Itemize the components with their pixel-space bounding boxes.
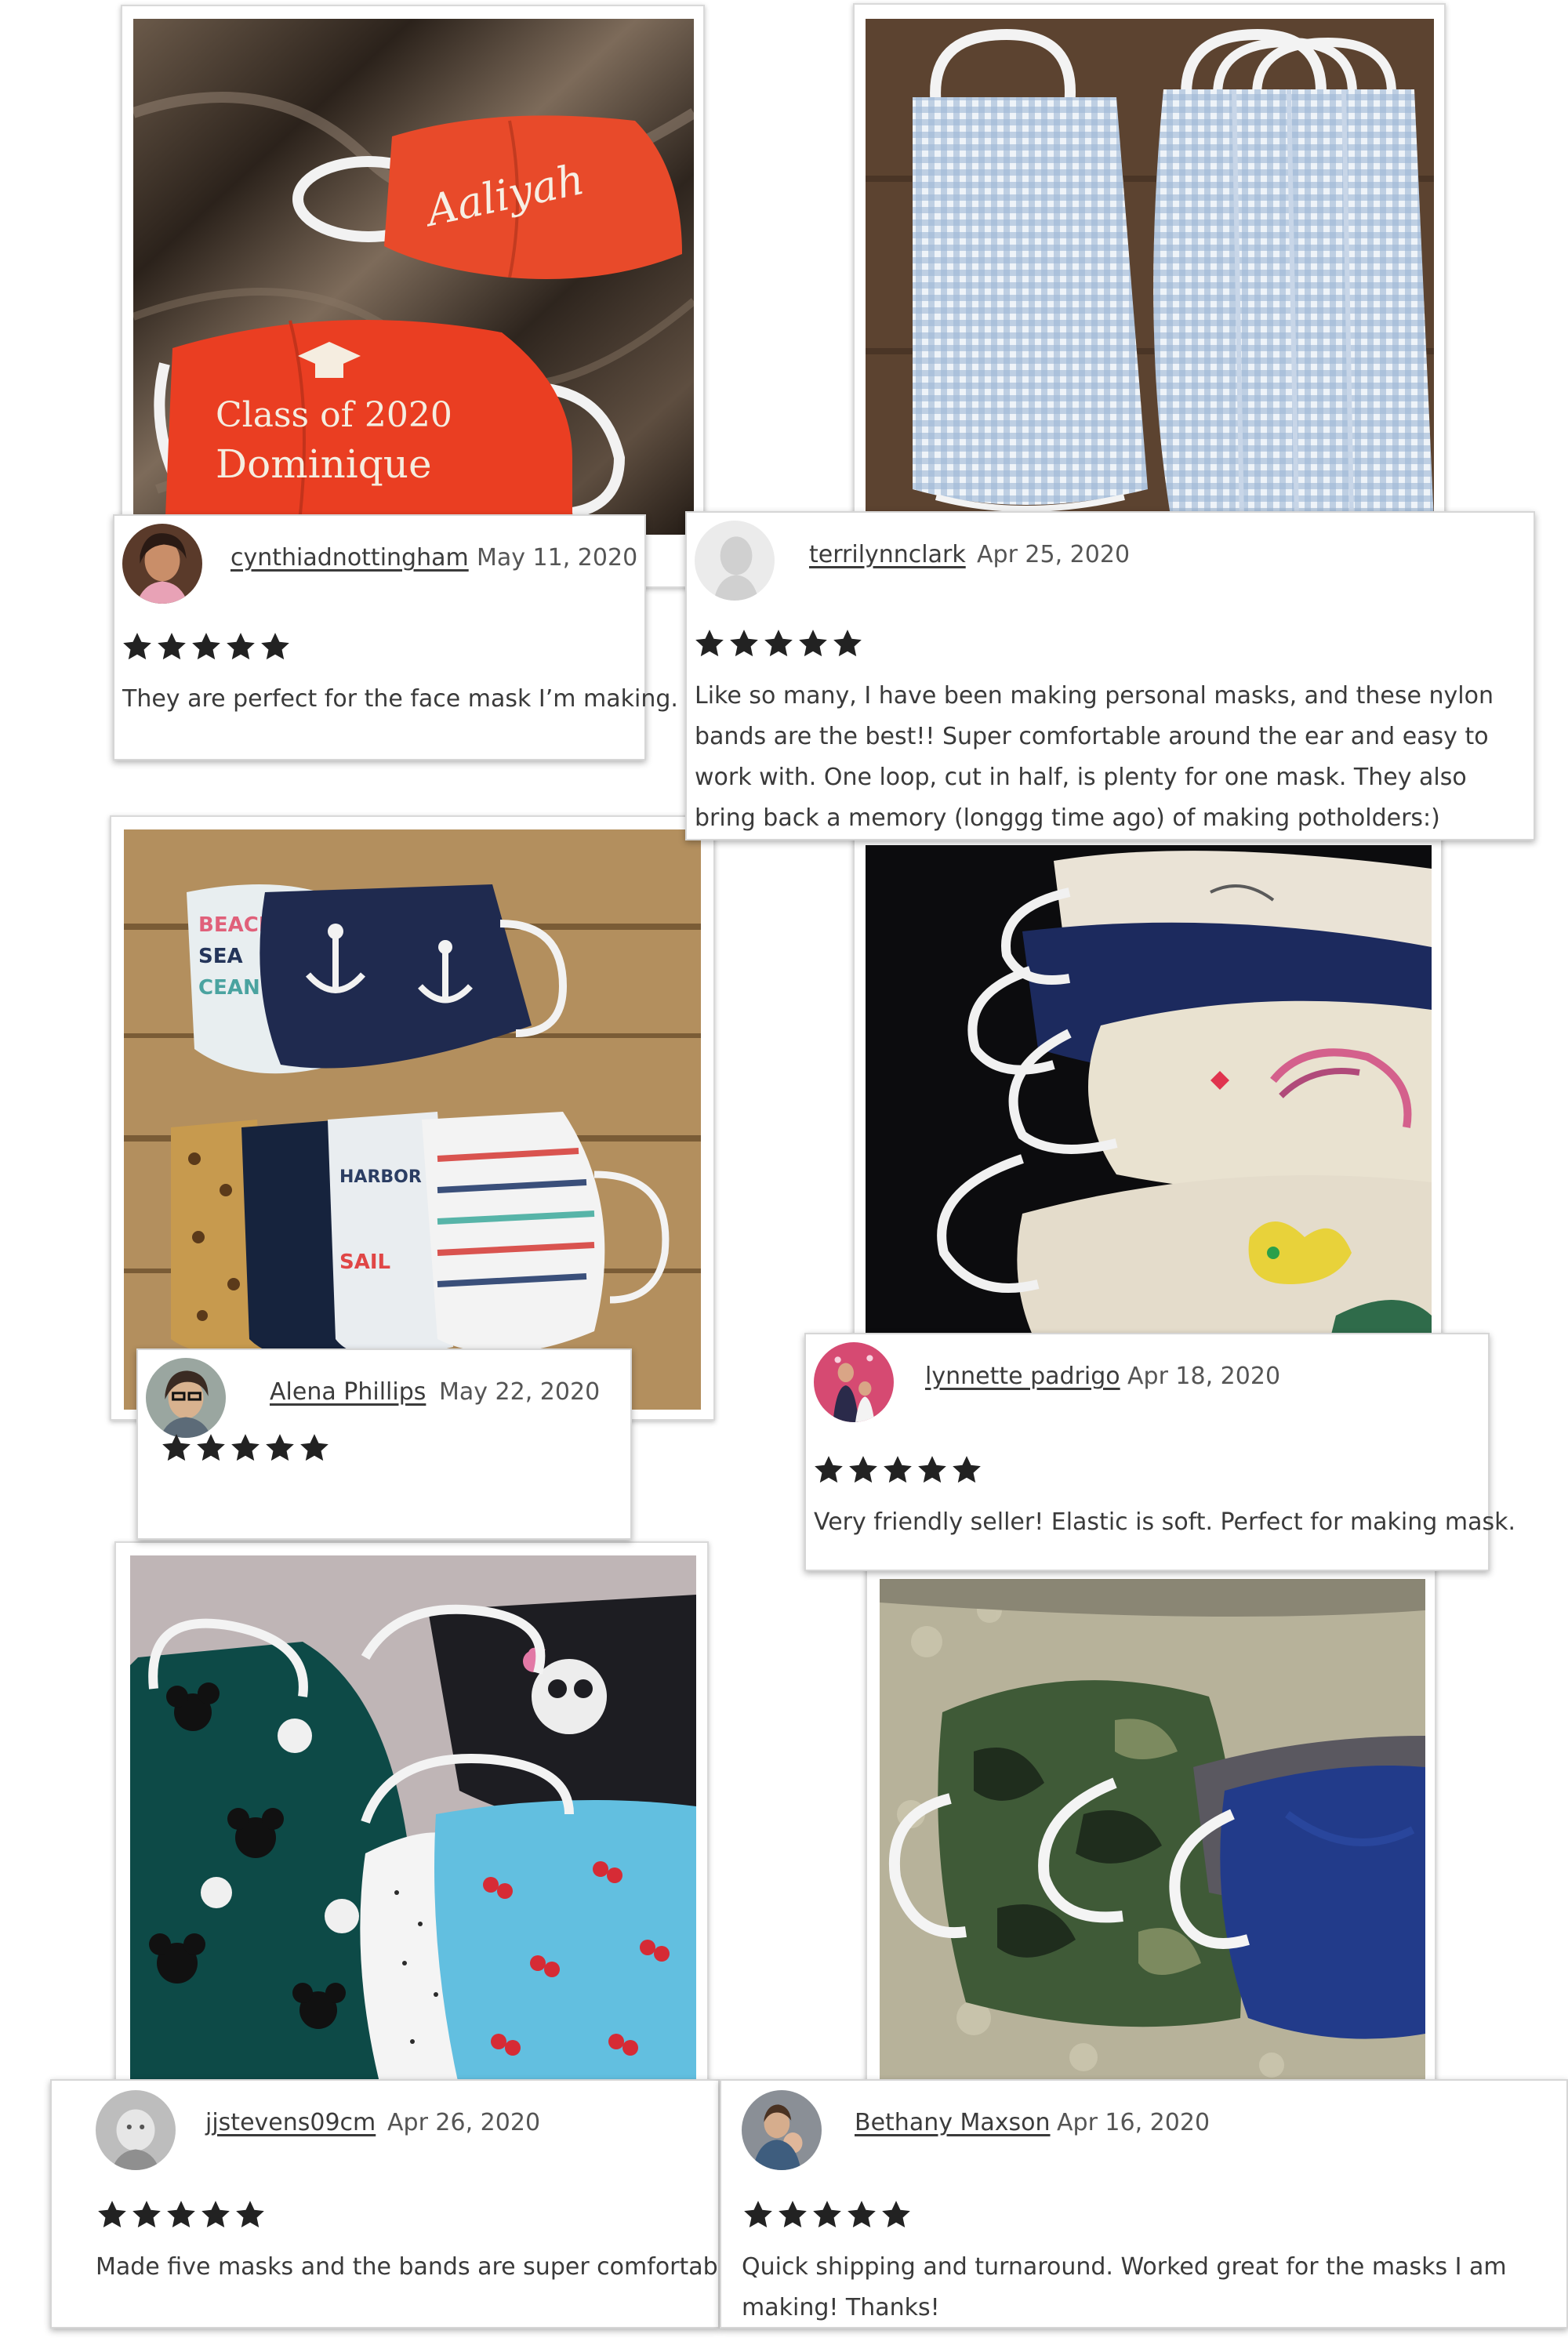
reviewer-avatar[interactable] [695, 521, 775, 601]
reviewer-avatar[interactable] [742, 2090, 822, 2170]
star-icon [847, 1454, 880, 1486]
review-date: Apr 16, 2020 [1057, 2109, 1210, 2136]
svg-text:HARBOR: HARBOR [339, 1167, 422, 1187]
review-date: Apr 25, 2020 [977, 541, 1131, 568]
review-card: jjstevens09cm Apr 26, 2020 Made five mas… [50, 2079, 747, 2328]
reviewer-avatar[interactable] [96, 2090, 176, 2170]
reviewer-name-link[interactable]: lynnette padrigo [925, 1363, 1120, 1390]
review-date: Apr 26, 2020 [387, 2109, 541, 2136]
review-card: terrilynnclark Apr 25, 2020 Like so many… [685, 511, 1535, 840]
star-icon [797, 627, 829, 660]
star-icon [234, 2198, 267, 2231]
review-photo-frame-4 [853, 831, 1443, 1356]
mask-class-text: Class of 2020 [216, 395, 452, 435]
star-icon [224, 630, 257, 663]
star-icon [259, 630, 292, 663]
review-text: Very friendly seller! Elastic is soft. P… [814, 1508, 1516, 1536]
star-icon [762, 627, 795, 660]
star-icon [950, 1454, 983, 1486]
review-card: Bethany Maxson Apr 16, 2020 Quick shippi… [720, 2079, 1568, 2328]
svg-text:SAIL: SAIL [339, 1250, 390, 1274]
review-text: Made five masks and the bands are super … [96, 2253, 747, 2281]
svg-text:CEAN: CEAN [198, 976, 260, 1000]
review-photo-frame-1: Aaliyah Class of 2020 Dominique [121, 5, 705, 588]
star-icon [811, 2198, 844, 2231]
svg-text:SEA: SEA [198, 945, 243, 968]
star-icon [160, 1432, 193, 1465]
reviewer-name-link[interactable]: Alena Phillips [270, 1378, 426, 1406]
star-icon [880, 2198, 913, 2231]
review-photo-1[interactable]: Aaliyah Class of 2020 Dominique [133, 19, 694, 535]
star-rating [693, 627, 864, 660]
star-icon [121, 630, 154, 663]
review-date: May 22, 2020 [439, 1378, 601, 1406]
review-text: They are perfect for the face mask I’m m… [122, 685, 678, 713]
review-card: cynthiadnottingham May 11, 2020 They are… [113, 514, 678, 760]
mask-student-text: Dominique [216, 441, 432, 487]
star-icon [190, 630, 223, 663]
star-icon [881, 1454, 914, 1486]
reviewer-name-link[interactable]: jjstevens09cm [205, 2109, 376, 2136]
review-text: Like so many, I have been making persona… [695, 682, 1494, 832]
star-rating [121, 630, 292, 663]
star-icon [845, 2198, 878, 2231]
star-icon [693, 627, 726, 660]
review-photo-frame-6 [866, 1565, 1436, 2103]
reviewer-avatar[interactable] [146, 1358, 226, 1438]
review-card: lynnette padrigo Apr 18, 2020 Very frien… [804, 1333, 1516, 1571]
review-photo-4[interactable] [866, 845, 1432, 1347]
star-icon [831, 627, 864, 660]
review-text: Quick shipping and turnaround. Worked gr… [742, 2253, 1507, 2321]
review-card: Alena Phillips May 22, 2020 [136, 1348, 632, 1540]
review-photo-5[interactable] [130, 1555, 696, 2089]
star-icon [263, 1432, 296, 1465]
star-icon [199, 2198, 232, 2231]
reviewer-name-link[interactable]: terrilynnclark [809, 541, 966, 568]
star-rating [812, 1454, 983, 1486]
review-photo-frame-5 [114, 1541, 709, 2098]
review-photo-6[interactable] [880, 1579, 1425, 2096]
star-icon [812, 1454, 845, 1486]
star-icon [742, 2198, 775, 2231]
review-photo-frame-3: BEACH SEA CEAN HARBOR SAIL [110, 815, 715, 1421]
star-rating [742, 2198, 913, 2231]
star-rating [160, 1432, 331, 1465]
star-icon [298, 1432, 331, 1465]
star-icon [130, 2198, 163, 2231]
star-icon [229, 1432, 262, 1465]
reviewer-name-link[interactable]: cynthiadnottingham [230, 544, 469, 572]
review-photo-3[interactable]: BEACH SEA CEAN HARBOR SAIL [124, 829, 701, 1410]
review-date: Apr 18, 2020 [1127, 1363, 1281, 1390]
star-icon [776, 2198, 809, 2231]
star-icon [155, 630, 188, 663]
star-icon [194, 1432, 227, 1465]
star-icon [165, 2198, 198, 2231]
star-icon [96, 2198, 129, 2231]
star-icon [916, 1454, 949, 1486]
reviewer-name-link[interactable]: Bethany Maxson [855, 2109, 1051, 2136]
star-rating [96, 2198, 267, 2231]
review-photo-2[interactable] [866, 19, 1434, 521]
star-icon [728, 627, 760, 660]
review-date: May 11, 2020 [477, 544, 638, 572]
reviewer-avatar[interactable] [814, 1342, 894, 1422]
reviewer-avatar[interactable] [122, 524, 202, 604]
review-photo-frame-2 [853, 3, 1446, 568]
